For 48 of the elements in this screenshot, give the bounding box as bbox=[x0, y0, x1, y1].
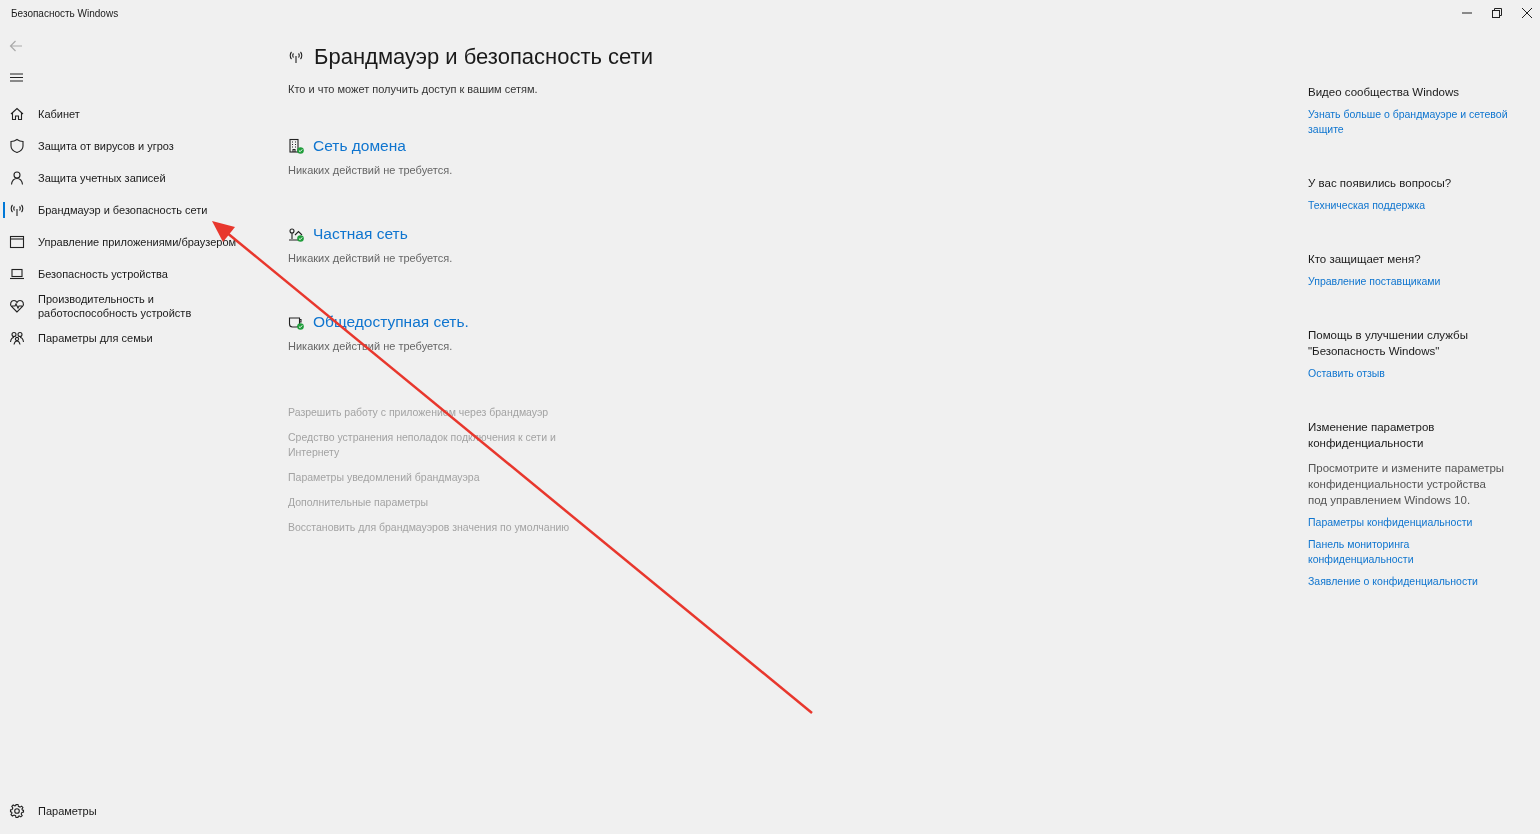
heart-pulse-icon bbox=[9, 298, 25, 314]
section-heading: Видео сообщества Windows bbox=[1308, 85, 1461, 100]
nav-item[interactable]: Брандмауэр и безопасность сети bbox=[0, 194, 262, 226]
network-link[interactable]: Частная сеть bbox=[313, 225, 408, 243]
settings-icon bbox=[9, 803, 25, 819]
window-title: Безопасность Windows bbox=[10, 7, 120, 21]
help-link[interactable]: Панель мониторинга конфиденциальности bbox=[1308, 537, 1508, 567]
window-icon bbox=[9, 234, 25, 250]
nav-item[interactable]: Защита от вирусов и угроз bbox=[0, 130, 262, 162]
nav-item[interactable]: Безопасность устройства bbox=[0, 258, 262, 290]
network-status: Никаких действий не требуется. bbox=[288, 164, 454, 176]
restore-icon[interactable] bbox=[1492, 6, 1502, 20]
network-link[interactable]: Сеть домена bbox=[313, 137, 406, 155]
shield-icon bbox=[9, 138, 25, 154]
section-heading: Кто защищает меня? bbox=[1308, 252, 1422, 267]
cup-check-icon bbox=[288, 314, 304, 330]
page-subtitle: Кто и что может получить доступ к вашим сетям. bbox=[288, 83, 539, 95]
section-heading: Изменение параметров конфиденциальности bbox=[1308, 420, 1436, 451]
person-icon bbox=[9, 170, 25, 186]
nav-item[interactable]: Производительность и работоспособность устройств bbox=[0, 290, 262, 322]
section-heading: Помощь в улучшении службы "Безопасность Windows" bbox=[1308, 328, 1469, 359]
close-icon[interactable] bbox=[1522, 6, 1532, 20]
help-link[interactable]: Управление поставщиками bbox=[1308, 274, 1508, 289]
help-link[interactable]: Параметры конфиденциальности bbox=[1308, 515, 1508, 530]
network-status: Никаких действий не требуется. bbox=[288, 252, 454, 264]
settings-nav-item[interactable]: Параметры bbox=[0, 795, 262, 827]
nav-item[interactable]: Управление приложениями/браузером bbox=[0, 226, 262, 258]
settings-link[interactable]: Восстановить для брандмауэров значения по умолчанию bbox=[288, 520, 628, 535]
section-heading: У вас появились вопросы? bbox=[1308, 176, 1453, 191]
nav-item[interactable]: Параметры для семьи bbox=[0, 322, 262, 354]
antenna-icon bbox=[288, 49, 304, 65]
laptop-icon bbox=[9, 266, 25, 282]
settings-link[interactable]: Параметры уведомлений брандмауэра bbox=[288, 470, 588, 485]
family-icon bbox=[9, 330, 25, 346]
settings-link[interactable]: Дополнительные параметры bbox=[288, 495, 588, 510]
antenna-icon bbox=[9, 202, 25, 218]
home-icon bbox=[9, 106, 25, 122]
building-check-icon bbox=[288, 138, 304, 154]
menu-icon[interactable] bbox=[10, 73, 23, 82]
page-title: Брандмауэр и безопасность сети bbox=[314, 44, 653, 70]
nav-item[interactable]: Защита учетных записей bbox=[0, 162, 262, 194]
nav-item[interactable]: Кабинет bbox=[0, 98, 262, 130]
help-link[interactable]: Техническая поддержка bbox=[1308, 198, 1508, 213]
help-link[interactable]: Оставить отзыв bbox=[1308, 366, 1508, 381]
help-link[interactable]: Узнать больше о брандмауэре и сетевой защите bbox=[1308, 107, 1508, 137]
help-link[interactable]: Заявление о конфиденциальности bbox=[1308, 574, 1508, 589]
section-text: Просмотрите и измените параметры конфиденциальности устройства под управлением Windows 10. bbox=[1308, 461, 1506, 508]
house-check-icon bbox=[288, 226, 304, 242]
